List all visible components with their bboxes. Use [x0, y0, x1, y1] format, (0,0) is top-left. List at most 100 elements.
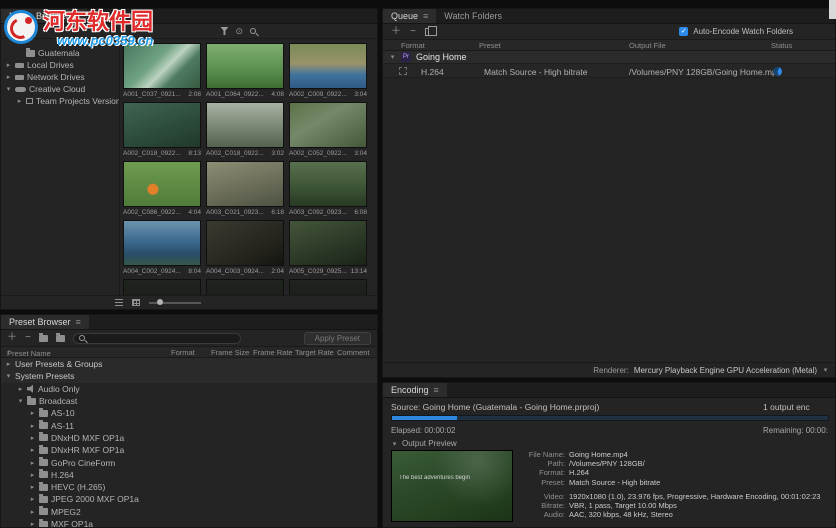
- tree-chevron-icon[interactable]: ▾: [17, 397, 24, 405]
- tab-media-browser[interactable]: Media Browser ≡: [1, 9, 88, 23]
- column-frame-rate[interactable]: Frame Rate: [253, 348, 293, 357]
- queue-output-row[interactable]: H.264 Match Source - High bitrate /Volum…: [383, 64, 835, 78]
- preset-tree-row[interactable]: ▸ AS-11: [1, 419, 377, 431]
- output-file-path[interactable]: /Volumes/PNY 128GB/Going Home.mp4: [629, 67, 781, 77]
- add-source-icon[interactable]: ＋: [391, 26, 401, 37]
- media-thumbnail[interactable]: A004_C002_0924... 8:04: [123, 220, 201, 275]
- tab-watch-folders[interactable]: Watch Folders: [436, 9, 510, 23]
- tree-chevron-icon[interactable]: ▾: [5, 372, 12, 380]
- panel-menu-icon[interactable]: ≡: [76, 317, 81, 327]
- media-tree-item[interactable]: ▸ Local Drives: [1, 59, 119, 71]
- tree-chevron-icon[interactable]: ▸: [5, 73, 12, 81]
- tree-chevron-icon[interactable]: ▸: [29, 409, 36, 417]
- grid-view-icon[interactable]: [132, 299, 140, 306]
- column-format[interactable]: Format: [401, 41, 425, 50]
- filter-icon[interactable]: [220, 27, 229, 35]
- media-thumbnail[interactable]: A001_C064_0922... 4:08: [206, 43, 284, 98]
- media-tree-item[interactable]: ▸ Team Projects Versions: [1, 95, 119, 107]
- tree-chevron-icon[interactable]: ▸: [29, 483, 36, 491]
- tree-chevron-icon[interactable]: ▸: [16, 97, 23, 105]
- column-status[interactable]: Status: [771, 41, 792, 50]
- preset-tree-row[interactable]: ▸ MXF OP1a: [1, 518, 377, 527]
- tree-chevron-icon[interactable]: ▸: [5, 360, 12, 368]
- favorites-star-icon[interactable]: ★: [7, 26, 15, 37]
- tree-chevron-icon[interactable]: ▸: [29, 434, 36, 442]
- add-preset-icon[interactable]: ＋: [7, 333, 17, 343]
- preset-tree-row[interactable]: ▸ User Presets & Groups: [1, 358, 377, 371]
- thumbnail-image[interactable]: [206, 161, 284, 207]
- media-thumbnail[interactable]: A002_C052_0922... 3:04: [289, 102, 367, 157]
- column-frame-size[interactable]: Frame Size: [211, 348, 249, 357]
- tree-chevron-icon[interactable]: ▸: [29, 422, 36, 430]
- tree-chevron-icon[interactable]: ▸: [29, 471, 36, 479]
- media-tree-item[interactable]: ▾ Creative Cloud: [1, 83, 119, 95]
- duplicate-icon[interactable]: [424, 25, 437, 36]
- thumbnail-image[interactable]: [123, 102, 201, 148]
- thumbnail-image[interactable]: [206, 43, 284, 89]
- import-preset-icon[interactable]: [55, 332, 65, 342]
- panel-menu-icon[interactable]: ≡: [434, 385, 439, 395]
- chevron-down-icon[interactable]: ▾: [389, 53, 396, 61]
- column-target-rate[interactable]: Target Rate: [295, 348, 334, 357]
- thumbnail-image[interactable]: [206, 220, 284, 266]
- preset-search-field[interactable]: [72, 332, 241, 344]
- thumbnail-image[interactable]: [289, 220, 367, 266]
- media-thumbnail[interactable]: A004_C003_0924... 2:04: [206, 220, 284, 275]
- media-thumbnail[interactable]: A001_C037_0921... 2:08: [123, 43, 201, 98]
- media-thumbnail[interactable]: A002_C086_0922... 4:04: [123, 161, 201, 216]
- preset-tree-row[interactable]: ▾ Broadcast: [1, 395, 377, 407]
- column-format[interactable]: Format: [171, 348, 195, 357]
- tree-chevron-icon[interactable]: ▸: [29, 520, 36, 527]
- column-comment[interactable]: Comment: [337, 348, 370, 357]
- preset-tree-row[interactable]: ▸ Audio Only: [1, 383, 377, 395]
- auto-encode-checkbox[interactable]: ✓: [679, 27, 689, 36]
- tree-chevron-icon[interactable]: ▸: [29, 446, 36, 454]
- output-format[interactable]: H.264: [421, 67, 444, 77]
- media-thumbnail[interactable]: A005_C029_0925... 13:14: [289, 220, 367, 275]
- preset-tree-row[interactable]: ▸ AS-10: [1, 407, 377, 419]
- tree-chevron-icon[interactable]: ▸: [29, 459, 36, 467]
- thumbnail-image[interactable]: [123, 161, 201, 207]
- search-icon[interactable]: [250, 28, 256, 34]
- column-preset[interactable]: Preset: [479, 41, 501, 50]
- tab-queue[interactable]: Queue ≡: [383, 9, 437, 23]
- tree-chevron-icon[interactable]: ▸: [29, 508, 36, 516]
- tab-encoding[interactable]: Encoding ≡: [383, 383, 447, 397]
- thumbnail-zoom-slider[interactable]: [149, 299, 201, 305]
- new-group-icon[interactable]: [38, 332, 48, 342]
- preset-tree-row[interactable]: ▸ DNxHD MXF OP1a: [1, 432, 377, 444]
- panel-menu-icon[interactable]: ≡: [423, 11, 428, 21]
- panel-menu-icon[interactable]: ≡: [74, 11, 79, 21]
- media-thumbnail[interactable]: A002_C009_0922... 3:04: [289, 43, 367, 98]
- list-view-icon[interactable]: [115, 299, 123, 306]
- output-checkbox[interactable]: [399, 67, 407, 75]
- tree-chevron-icon[interactable]: ▸: [17, 385, 24, 393]
- thumbnail-image[interactable]: [289, 43, 367, 89]
- renderer-value[interactable]: Mercury Playback Engine GPU Acceleration…: [634, 366, 817, 375]
- media-thumbnail[interactable]: A003_C021_0923... 6:18: [206, 161, 284, 216]
- thumbnail-image[interactable]: [206, 102, 284, 148]
- thumbnail-image[interactable]: [289, 102, 367, 148]
- chevron-down-icon[interactable]: ▾: [22, 27, 29, 35]
- column-output-file[interactable]: Output File: [629, 41, 666, 50]
- tab-preset-browser[interactable]: Preset Browser ≡: [1, 315, 89, 329]
- preset-tree-row[interactable]: ▸ H.264: [1, 469, 377, 481]
- output-preset[interactable]: Match Source - High bitrate: [484, 67, 587, 77]
- media-tree-item[interactable]: Guatemala: [1, 47, 119, 59]
- preset-tree-row[interactable]: ▾ System Presets: [1, 370, 377, 383]
- media-thumbnail[interactable]: A002_C018_0922... 3:02: [206, 102, 284, 157]
- preset-tree-row[interactable]: ▸ GoPro CineForm: [1, 456, 377, 468]
- thumbnail-image[interactable]: [123, 220, 201, 266]
- tree-chevron-icon[interactable]: ▾: [5, 85, 12, 93]
- media-tree-item[interactable]: ▸ Network Drives: [1, 71, 119, 83]
- thumbnail-image[interactable]: [123, 43, 201, 89]
- queue-source-row[interactable]: ▾ Pr Going Home: [383, 51, 835, 64]
- media-thumbnail[interactable]: A002_C018_0922... 8:13: [123, 102, 201, 157]
- preset-tree-row[interactable]: ▸ MPEG2: [1, 506, 377, 518]
- remove-preset-icon[interactable]: −: [25, 333, 31, 343]
- zoom-slider-handle[interactable]: [157, 299, 163, 305]
- tree-chevron-icon[interactable]: ▸: [5, 61, 12, 69]
- media-thumbnail[interactable]: A003_C092_0923... 6:08: [289, 161, 367, 216]
- ingest-toggle-icon[interactable]: ⊙: [235, 26, 243, 37]
- thumbnail-image[interactable]: [289, 161, 367, 207]
